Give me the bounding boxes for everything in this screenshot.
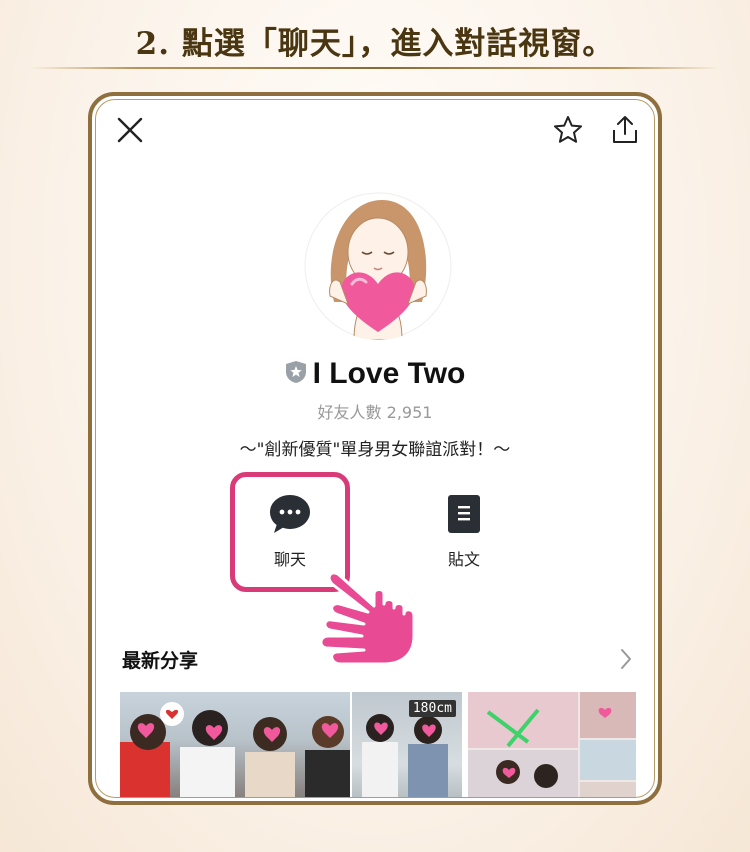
line-profile-screen: I Love Two 好友人數 2,951 ～"創新優質"單身男女聯誼派對！～ …	[95, 99, 655, 798]
post-document-icon	[442, 495, 486, 540]
share-thumbnail[interactable]: 180cm	[352, 692, 462, 797]
instruction-title: 2. 點選「聊天」，進入對話視窗。	[135, 26, 615, 62]
close-icon[interactable]	[116, 116, 144, 148]
chat-button[interactable]: 聊天	[240, 492, 340, 570]
profile-avatar	[304, 192, 452, 340]
pointing-hand-icon	[318, 570, 428, 674]
share-icon[interactable]	[610, 114, 640, 150]
phone-frame: I Love Two 好友人數 2,951 ～"創新優質"單身男女聯誼派對！～ …	[88, 92, 662, 805]
chat-label: 聊天	[273, 550, 306, 569]
share-thumbnail[interactable]	[120, 692, 350, 797]
profile-slogan: ～"創新優質"單身男女聯誼派對！～	[239, 440, 511, 460]
star-icon[interactable]	[552, 114, 584, 150]
height-tag: 180cm	[408, 700, 456, 717]
title-divider	[30, 67, 720, 69]
post-button[interactable]: 貼文	[414, 492, 514, 570]
share-thumbnail[interactable]	[468, 692, 636, 797]
chat-bubble-icon	[268, 495, 312, 540]
latest-share-title: 最新分享	[122, 650, 199, 672]
chevron-right-icon[interactable]	[620, 648, 632, 674]
profile-name: I Love Two	[312, 357, 466, 390]
latest-share-gallery: 180cm	[120, 692, 636, 797]
profile-name-row: I Love Two	[96, 357, 654, 391]
friends-count: 好友人數 2,951	[317, 403, 433, 422]
verified-shield-icon	[285, 357, 313, 390]
post-label: 貼文	[447, 550, 480, 569]
